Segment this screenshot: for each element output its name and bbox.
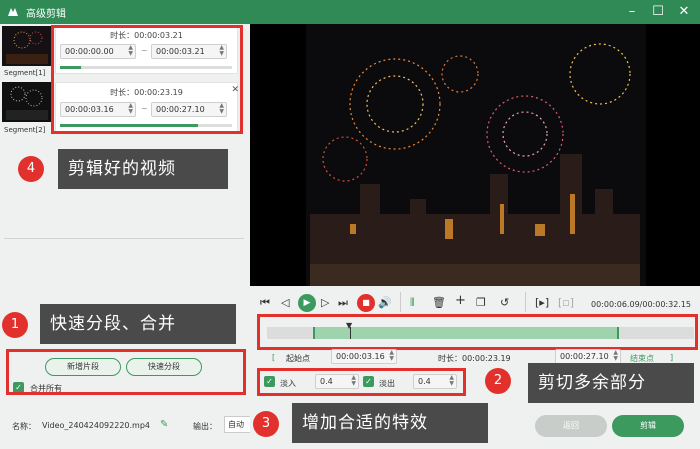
segments-highlight [51,25,243,134]
reset-icon[interactable]: ↺ [500,296,509,309]
time-display: 00:00:06.09/00:00:32.15 [591,300,691,309]
callout-cut-extra: 剪切多余部分 [528,363,694,403]
output-label: 输出： [193,422,217,431]
delete-icon[interactable]: 🗑 [432,296,446,309]
callout-effects: 增加合适的特效 [292,403,488,443]
file-name: Video_240424092220.mp4 [42,421,150,430]
divider [525,292,526,312]
edit-name-icon[interactable]: ✎ [160,419,168,430]
app-logo-icon [8,8,18,16]
copy-icon[interactable]: ❐ [476,296,486,309]
start-point-value: 00:00:03.16 [336,352,385,361]
mark-in-icon[interactable]: [▸] [535,296,549,309]
clip-button[interactable]: 剪辑 [612,415,684,437]
maximize-button[interactable]: ☐ [647,2,669,22]
timeline-highlight [257,314,698,350]
start-point-input[interactable]: 00:00:03.16 ▲ ▼ [331,349,397,364]
end-point-value: 00:00:27.10 [560,352,609,361]
segment-thumbnail[interactable] [2,26,52,66]
add-icon[interactable]: + [455,293,466,308]
split-icon[interactable]: ⫴ [410,296,415,310]
stop-button[interactable]: ■ [357,294,375,312]
next-frame-icon[interactable]: ▷ [321,296,329,309]
end-point-bracket: ] [670,353,674,362]
name-label: 名称： [12,422,36,431]
callout-edited-video: 剪辑好的视频 [58,149,228,189]
divider [400,292,401,312]
fireworks-preview-image [306,24,646,286]
fireworks-thumbnail-icon [2,82,52,122]
callout-badge: 1 [2,312,28,338]
split-merge-highlight [6,349,246,395]
volume-icon[interactable]: 🔊 [378,296,392,309]
segment-panel: Segment[1] 时长：00:00:03.21 00:00:00.00 ▲ ▼… [0,24,250,449]
end-point-input[interactable]: 00:00:27.10 ▲ ▼ [555,349,621,364]
callout-badge: 4 [18,156,44,182]
mark-out-icon[interactable]: [▫] [558,296,574,309]
callout-badge: 3 [253,411,279,437]
video-preview [250,24,700,286]
callout-split-merge: 快速分段、合并 [40,304,236,344]
start-point-bracket: [ [272,353,276,362]
divider [4,238,244,239]
prev-frame-icon[interactable]: ◁ [281,296,289,309]
skip-start-icon[interactable]: ⏮ [260,296,270,310]
segment-thumbnail[interactable] [2,82,52,122]
close-button[interactable]: ✕ [673,2,695,22]
spinner-icon[interactable]: ▲ ▼ [389,350,394,362]
segment-label: Segment[1] [4,69,46,77]
fireworks-thumbnail-icon [2,26,52,66]
spinner-icon[interactable]: ▲ ▼ [613,350,618,362]
window-title: 高级剪辑 [26,9,66,20]
clip-duration: 时长：00:00:23.19 [438,354,511,363]
start-point-label: 起始点 [286,354,310,363]
play-button[interactable]: ▶ [298,294,316,312]
back-button[interactable]: 返回 [535,415,607,437]
title-bar: 高级剪辑 – ☐ ✕ [0,0,700,24]
segment-label: Segment[2] [4,126,46,134]
minimize-button[interactable]: – [621,2,643,22]
fade-highlight [257,368,466,396]
skip-end-icon[interactable]: ⏭ [338,296,348,310]
output-select[interactable]: 自动 [224,416,250,433]
callout-badge: 2 [485,368,511,394]
